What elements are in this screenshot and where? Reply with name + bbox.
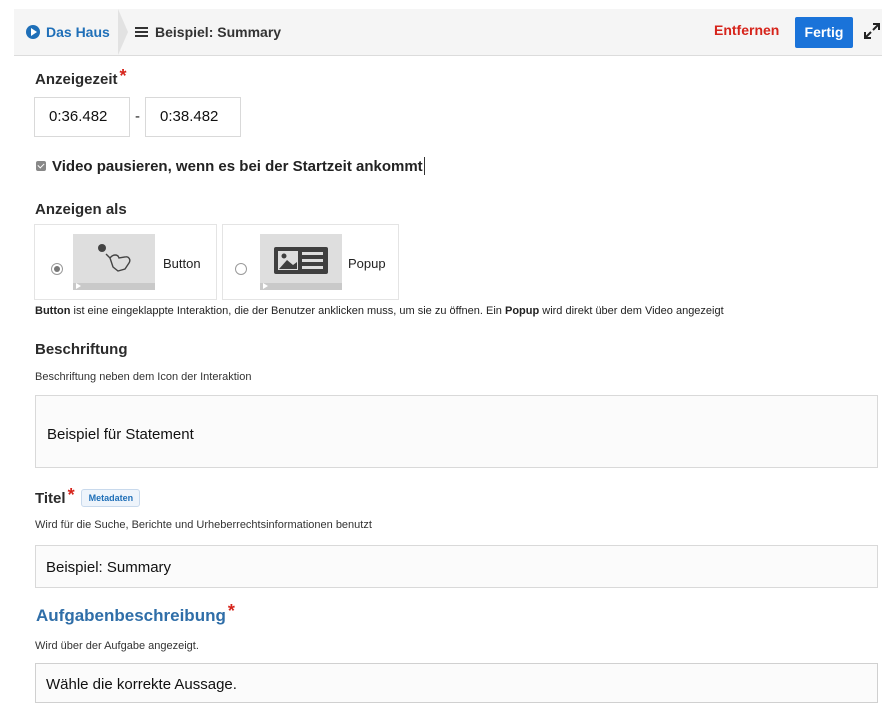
help-bold-popup: Popup — [504, 305, 540, 317]
remove-button[interactable]: Entfernen — [714, 22, 779, 38]
list-icon — [135, 26, 148, 38]
help-text-2: wird direkt über dem Video angezeigt — [539, 305, 724, 317]
metadata-badge[interactable]: Metadaten — [80, 489, 141, 507]
display-time-label: Anzeigezeit * — [35, 66, 127, 92]
pause-video-option[interactable]: Video pausieren, wenn es bei der Startze… — [36, 157, 425, 175]
expand-icon[interactable] — [862, 21, 882, 41]
caption-input[interactable]: Beispiel für Statement — [35, 395, 878, 468]
popup-image-text-icon — [260, 234, 342, 290]
pause-video-label: Video pausieren, wenn es bei der Startze… — [52, 157, 423, 175]
required-mark: * — [67, 485, 75, 505]
button-hand-icon — [73, 234, 155, 290]
display-option-button-radio[interactable] — [51, 263, 63, 275]
breadcrumb-home-label: Das Haus — [46, 24, 110, 40]
display-as-help: Button ist eine eingeklappte Interaktion… — [35, 305, 880, 317]
help-bold-button: Button — [35, 305, 71, 317]
display-option-popup-label: Popup — [348, 256, 386, 271]
display-time-label-text: Anzeigezeit — [35, 71, 118, 88]
pause-video-checkbox[interactable] — [36, 161, 46, 171]
display-option-popup[interactable]: Popup — [222, 224, 399, 300]
breadcrumb-separator — [118, 9, 128, 55]
time-separator: - — [135, 108, 140, 125]
caption-label: Beschriftung — [35, 341, 128, 358]
help-text-1: ist eine eingeklappte Interaktion, die d… — [70, 305, 505, 317]
start-time-input[interactable]: 0:36.482 — [34, 97, 130, 137]
title-label: Titel * Metadaten — [35, 485, 141, 511]
title-input[interactable]: Beispiel: Summary — [35, 545, 878, 588]
breadcrumb-current-label: Beispiel: Summary — [155, 24, 282, 40]
done-button[interactable]: Fertig — [795, 17, 853, 48]
display-option-popup-radio[interactable] — [235, 263, 247, 275]
text-caret — [423, 157, 425, 175]
title-label-text: Titel — [35, 490, 66, 507]
breadcrumb-current: Beispiel: Summary — [135, 9, 281, 55]
end-time-input[interactable]: 0:38.482 — [145, 97, 241, 137]
title-description: Wird für die Suche, Berichte und Urheber… — [35, 519, 372, 531]
required-mark: * — [227, 601, 235, 621]
display-as-label: Anzeigen als — [35, 201, 127, 218]
display-option-button-label: Button — [163, 256, 201, 271]
task-description-label-text: Aufgabenbeschreibung — [36, 606, 226, 625]
breadcrumb-home[interactable]: Das Haus — [14, 9, 128, 55]
play-circle-icon — [26, 25, 40, 39]
task-description-label: Aufgabenbeschreibung * — [36, 601, 235, 627]
display-option-button[interactable]: Button — [34, 224, 217, 300]
caption-description: Beschriftung neben dem Icon der Interakt… — [35, 371, 252, 383]
editor-header: Das Haus Beispiel: Summary Entfernen Fer… — [14, 9, 882, 56]
task-description-input[interactable]: Wähle die korrekte Aussage. — [35, 663, 878, 703]
required-mark: * — [119, 66, 127, 86]
task-description-hint: Wird über der Aufgabe angezeigt. — [35, 640, 199, 652]
